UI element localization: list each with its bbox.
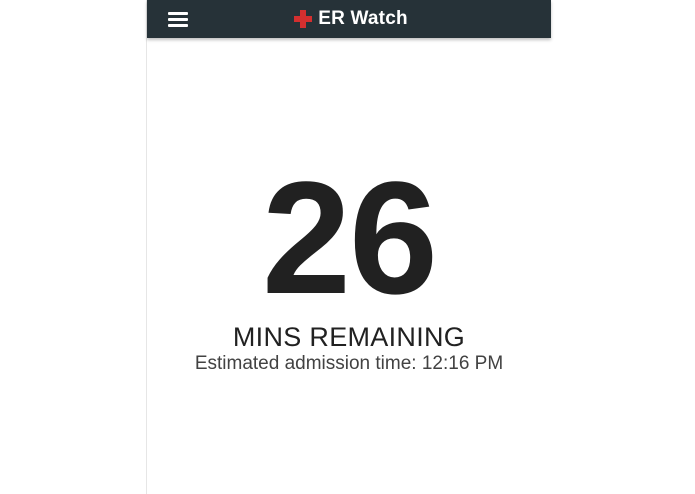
minutes-remaining-label: MINS REMAINING [232,322,466,352]
app-window: ER Watch 26 MINS REMAINING Estimated adm… [146,0,551,494]
red-cross-icon [294,10,313,28]
estimated-admission-time: Estimated admission time: 12:16 PM [194,353,504,374]
wait-time-panel: 26 MINS REMAINING Estimated admission ti… [147,38,551,494]
minutes-remaining-value: 26 [262,148,438,327]
app-bar: ER Watch [147,0,551,38]
hamburger-menu-icon[interactable] [163,8,193,30]
brand: ER Watch [147,0,551,38]
app-title: ER Watch [318,8,408,29]
